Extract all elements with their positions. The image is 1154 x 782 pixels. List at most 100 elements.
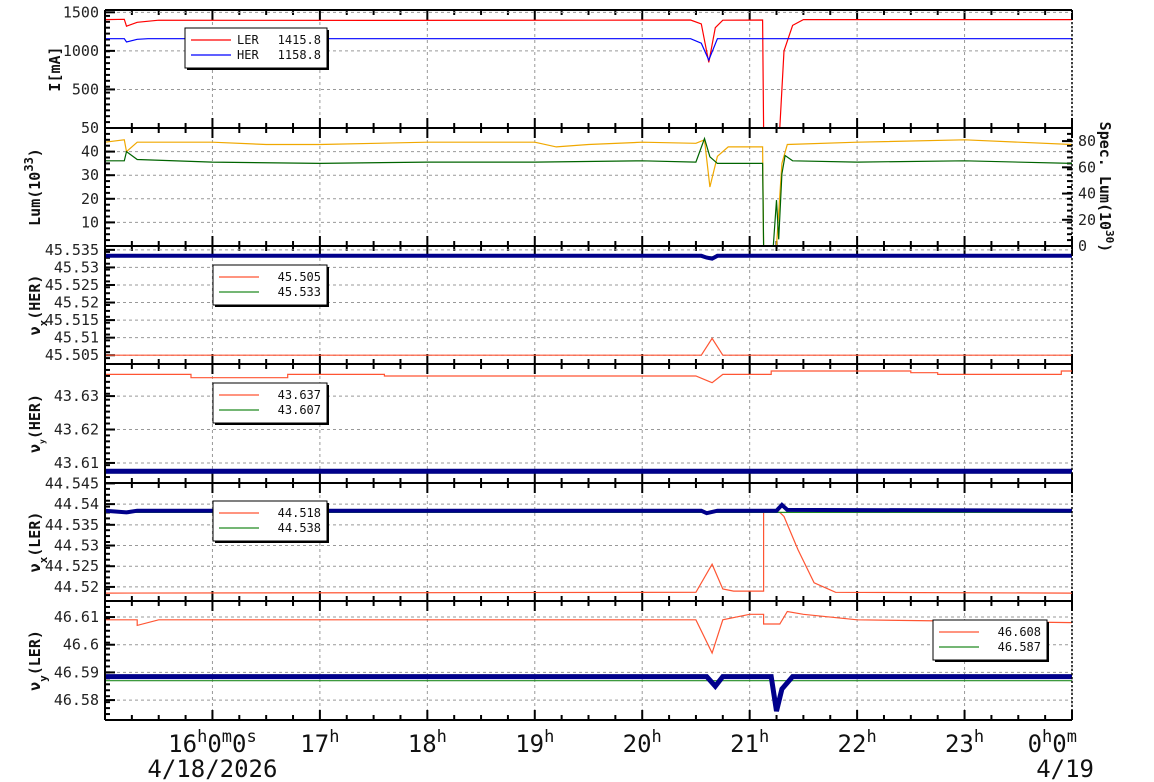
y-axis-label: Lum(1033) [22, 148, 44, 226]
legend-label: HER [237, 48, 259, 62]
y2-tick-label: 20 [1078, 211, 1096, 229]
legend: 44.51844.538 [212, 500, 329, 543]
x-tick-label: 22h [838, 727, 877, 758]
y-tick-label: 50 [81, 119, 99, 137]
x-tick-label: 16h0m0s [168, 727, 257, 758]
y-tick-label: 43.61 [54, 454, 99, 472]
label-part: ) [26, 148, 44, 157]
y-tick-label: 500 [72, 80, 99, 98]
legend-value: 43.637 [278, 388, 321, 402]
label-part: 18 [408, 730, 437, 758]
legend: 43.63743.607 [212, 382, 329, 425]
y-tick-label: 45.535 [45, 241, 99, 259]
x-date-label: 4/19 [1036, 755, 1094, 782]
label-part: h [329, 727, 339, 747]
y-tick-label: 46.6 [63, 636, 99, 654]
beam-monitor-chart: 15001000500I[mA]LER 1415.8HER 1158.8504030… [22, 3, 1117, 782]
y-tick-label: 45.515 [45, 311, 99, 329]
label-part: 0 [207, 730, 221, 758]
y2-axis-label: Spec. Lum(1030) [1096, 122, 1117, 253]
label-part: 0 [232, 730, 246, 758]
y-tick-label: 45.525 [45, 276, 99, 294]
label-part: ) [1096, 243, 1114, 252]
label-part: (HER) [26, 275, 44, 320]
y-tick-label: 43.63 [54, 387, 99, 405]
y-tick-label: 45.52 [54, 294, 99, 312]
label-part: h [1042, 727, 1052, 747]
y2-tick-label: 80 [1078, 132, 1096, 150]
y-tick-label: 10 [81, 213, 99, 231]
series-line-spec-lum [105, 136, 1072, 246]
y-tick-label: 46.58 [54, 691, 99, 709]
y2-tick-label: 60 [1078, 158, 1096, 176]
series-line-measured [105, 253, 1072, 261]
y-tick-label: 20 [81, 190, 99, 208]
legend-value: 1158.8 [278, 48, 321, 62]
label-part: h [197, 727, 207, 747]
panel-4: 43.63 43.62 43.61 νy(HER) 43.63743.607 [26, 363, 1073, 484]
x-tick-label: 21h [730, 727, 769, 758]
label-part: I[mA] [46, 46, 64, 91]
label-part: (LER) [26, 512, 44, 557]
label-part: s [246, 727, 256, 747]
x-tick-label: 18h [408, 727, 447, 758]
y-axis-label: νy(LER) [26, 630, 50, 691]
y-tick-label: 1000 [63, 42, 99, 60]
panel-1: 1500 1000 500 I[mA] LER 1415.8 HER 1158.8 [46, 3, 1073, 129]
y-tick-label: 46.61 [54, 608, 99, 626]
label-part: ν [26, 326, 44, 335]
legend-value: 44.518 [278, 506, 321, 520]
label-part: 20 [623, 730, 652, 758]
series-line-setpoint [105, 337, 1072, 356]
y-axis-label: νy(HER) [26, 394, 47, 453]
label-part: m [1067, 727, 1077, 747]
legend: LER 1415.8 HER 1158.8 [184, 27, 329, 70]
y-tick-label: 44.545 [45, 474, 99, 492]
x-tick-label: 20h [623, 727, 662, 758]
legend-label: LER [237, 33, 259, 47]
x-tick-label: 17h [300, 727, 339, 758]
label-part: 0 [1028, 730, 1042, 758]
legend-value: 46.587 [998, 640, 1041, 654]
label-part: m [222, 727, 232, 747]
y-tick-label: 44.52 [54, 578, 99, 596]
label-part: h [652, 727, 662, 747]
label-part: Spec. Lum(10 [1096, 122, 1114, 230]
legend-value: 45.505 [278, 270, 321, 284]
legend-value: 46.608 [998, 625, 1041, 639]
legend-value: 44.538 [278, 521, 321, 535]
label-part: 22 [838, 730, 867, 758]
y-tick-label: 43.62 [54, 421, 99, 439]
legend-value: 43.607 [278, 403, 321, 417]
label-part: ν [26, 444, 44, 453]
y-tick-label: 30 [81, 166, 99, 184]
y2-tick-label: 40 [1078, 185, 1096, 203]
label-part: h [974, 727, 984, 747]
label-part: 19 [515, 730, 544, 758]
y-tick-label: 46.59 [54, 663, 99, 681]
label-part: ν [26, 563, 44, 572]
label-part: h [544, 727, 554, 747]
x-tick-label: 0h0m [1028, 727, 1077, 758]
label-part: 16 [168, 730, 197, 758]
series-line-setpoint [105, 370, 1072, 384]
y-tick-label: 45.53 [54, 258, 99, 276]
label-part: h [437, 727, 447, 747]
label-part: (HER) [26, 394, 44, 439]
y-tick-label: 44.535 [45, 516, 99, 534]
y-axis-label: I[mA] [46, 46, 64, 91]
legend-value: 45.533 [278, 285, 321, 299]
legend-value: 1415.8 [278, 33, 321, 47]
panel-2: 5040302010806040200Spec. Lum(1030)Lum(10… [22, 119, 1117, 255]
label-part: 17 [300, 730, 329, 758]
legend: 45.50545.533 [212, 264, 329, 307]
y-tick-label: 1500 [63, 3, 99, 21]
y-tick-label: 44.525 [45, 557, 99, 575]
series-line-measured [105, 674, 1072, 712]
panel-6: 46.61 46.6 46.59 46.58νy(LER) 46.60846.587 [26, 600, 1073, 721]
label-part: (LER) [26, 630, 44, 675]
series-line-lum [105, 138, 1072, 246]
y-tick-label: 40 [81, 143, 99, 161]
label-part: 0 [1052, 730, 1066, 758]
panel-5: 44.54544.5444.53544.5344.52544.52νx(LER)… [26, 474, 1073, 602]
